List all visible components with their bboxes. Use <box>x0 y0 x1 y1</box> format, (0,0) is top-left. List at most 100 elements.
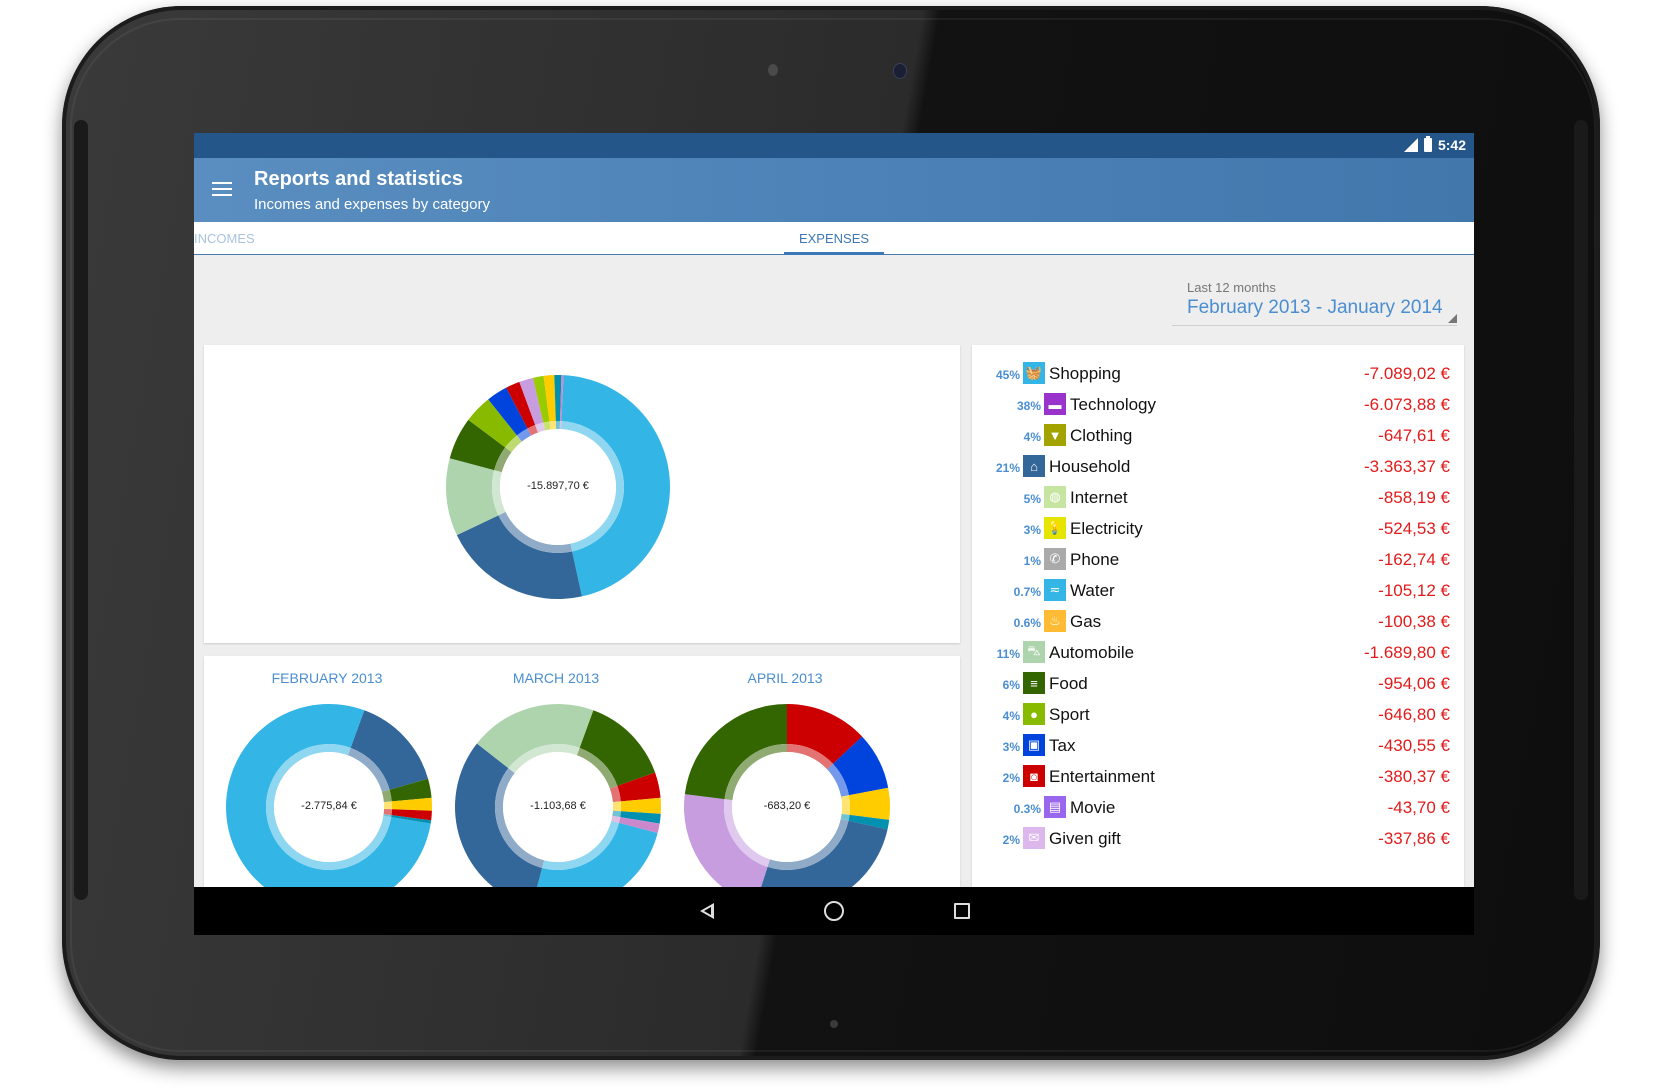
category-amount: -647,61 € <box>1378 426 1450 445</box>
category-percent: 0.6% <box>1013 616 1041 630</box>
tab-incomes[interactable]: INCOMES <box>194 231 255 246</box>
pie-slice-inner-ring <box>549 421 557 430</box>
lightbulb-icon: 💡 <box>1044 517 1066 539</box>
recents-icon[interactable] <box>950 899 974 923</box>
category-row[interactable]: 21% ⌂ Household -3.363,37 € <box>972 452 1464 485</box>
signal-icon <box>1403 138 1418 152</box>
category-row[interactable]: 4% ● Sport -646,80 € <box>972 700 1464 733</box>
category-name: Electricity <box>1070 519 1143 538</box>
money-icon: ▣ <box>1023 734 1045 756</box>
monitor-icon: ▬ <box>1044 393 1066 415</box>
category-row[interactable]: 2% ◙ Entertainment -380,37 € <box>972 762 1464 795</box>
hamburger-menu-icon[interactable] <box>210 178 234 202</box>
month-title-mar: MARCH 2013 <box>512 670 600 686</box>
tab-selected-indicator <box>784 252 884 255</box>
status-bar: 5:42 <box>194 133 1474 158</box>
category-name: Phone <box>1070 550 1120 569</box>
right-speaker-grille <box>1574 120 1588 900</box>
category-row[interactable]: 0.6% ♨ Gas -100,38 € <box>972 607 1464 640</box>
category-percent: 5% <box>1023 492 1041 506</box>
month-title-apr: APRIL 2013 <box>747 670 823 686</box>
category-amount: -1.689,80 € <box>1363 643 1450 662</box>
donut-total-label: -683,20 € <box>763 800 811 812</box>
total-donut-chart[interactable]: -15.897,70 € <box>444 373 672 601</box>
category-amount: -380,37 € <box>1378 767 1450 786</box>
tab-expenses[interactable]: EXPENSES <box>784 231 884 246</box>
page-subtitle: Incomes and expenses by category <box>254 196 490 213</box>
category-list: 45% 🧺 Shopping -7.089,02 € 38% ▬ Technology -6.… <box>972 345 1464 933</box>
category-row[interactable]: 0.7% ≂ Water -105,12 € <box>972 576 1464 609</box>
march-donut-chart[interactable]: -1.103,68 € <box>453 702 663 912</box>
category-amount: -430,55 € <box>1378 736 1450 755</box>
donut-total-label: -1.103,68 € <box>530 800 586 812</box>
category-name: Given gift <box>1049 829 1121 848</box>
category-row[interactable]: 3% 💡 Electricity -524,53 € <box>972 514 1464 547</box>
globe-icon: ◍ <box>1044 486 1066 508</box>
date-range-value: February 2013 - January 2014 <box>1187 297 1443 318</box>
category-name: Automobile <box>1049 643 1135 662</box>
tshirt-icon: ▼ <box>1044 424 1066 446</box>
faucet-icon: ≂ <box>1044 579 1066 601</box>
category-row[interactable]: 11% ⛍ Automobile -1.689,80 € <box>972 638 1464 671</box>
category-percent: 1% <box>1023 554 1041 568</box>
category-amount: -43,70 € <box>1387 798 1450 817</box>
category-percent: 4% <box>1023 430 1041 444</box>
donut-total-label: -15.897,70 € <box>527 480 589 492</box>
category-name: Gas <box>1070 612 1102 631</box>
category-name: Technology <box>1070 395 1157 414</box>
category-amount: -105,12 € <box>1378 581 1450 600</box>
category-percent: 4% <box>1002 709 1020 723</box>
front-camera <box>893 63 907 79</box>
april-donut-chart[interactable]: -683,20 € <box>682 702 892 912</box>
date-range-spinner[interactable]: Last 12 months February 2013 - January 2… <box>1172 280 1457 326</box>
february-donut-chart[interactable]: -2.775,84 € <box>224 702 434 912</box>
light-sensor <box>768 64 778 76</box>
category-name: Clothing <box>1070 426 1133 445</box>
dropdown-caret-icon <box>1448 314 1457 323</box>
category-percent: 11% <box>996 647 1020 661</box>
category-percent: 38% <box>1016 399 1041 413</box>
category-row[interactable]: 6% ≡ Food -954,06 € <box>972 669 1464 702</box>
page-title: Reports and statistics <box>254 168 463 190</box>
category-percent: 3% <box>1023 523 1041 537</box>
donut-total-label: -2.775,84 € <box>301 800 357 812</box>
status-time: 5:42 <box>1437 137 1466 153</box>
category-amount: -6.073,88 € <box>1363 395 1450 414</box>
category-row[interactable]: 0.3% ▤ Movie -43,70 € <box>972 793 1464 826</box>
film-icon: ▤ <box>1044 796 1066 818</box>
app-bar: Reports and statistics Incomes and expen… <box>194 158 1474 222</box>
category-name: Entertainment <box>1049 767 1155 786</box>
car-icon: ⛍ <box>1023 641 1045 663</box>
phone-icon: ✆ <box>1044 548 1066 570</box>
basket-icon: 🧺 <box>1023 362 1045 384</box>
flame-icon: ♨ <box>1044 610 1066 632</box>
category-name: Food <box>1049 674 1088 693</box>
pie-slice-inner-ring <box>555 421 561 430</box>
category-amount: -337,86 € <box>1378 829 1450 848</box>
month-title-feb: FEBRUARY 2013 <box>271 670 383 686</box>
category-name: Internet <box>1070 488 1128 507</box>
tab-bar: INCOMES EXPENSES <box>194 222 1474 255</box>
category-amount: -524,53 € <box>1378 519 1450 538</box>
category-percent: 2% <box>1002 771 1020 785</box>
category-percent: 0.7% <box>1013 585 1041 599</box>
left-speaker-grille <box>74 120 88 900</box>
status-icons: 5:42 <box>1403 136 1466 153</box>
category-percent: 45% <box>995 368 1020 382</box>
category-row[interactable]: 45% 🧺 Shopping -7.089,02 € <box>972 359 1464 392</box>
category-name: Movie <box>1070 798 1116 817</box>
category-name: Tax <box>1049 736 1076 755</box>
category-percent: 2% <box>1002 833 1020 847</box>
back-icon[interactable] <box>696 899 720 923</box>
category-row[interactable]: 4% ▼ Clothing -647,61 € <box>972 421 1464 454</box>
category-row[interactable]: 2% ✉ Given gift -337,86 € <box>972 824 1464 857</box>
navigation-bar <box>194 887 1474 935</box>
category-row[interactable]: 3% ▣ Tax -430,55 € <box>972 731 1464 764</box>
category-amount: -100,38 € <box>1378 612 1450 631</box>
category-row[interactable]: 1% ✆ Phone -162,74 € <box>972 545 1464 578</box>
home-icon[interactable] <box>822 899 846 923</box>
category-row[interactable]: 5% ◍ Internet -858,19 € <box>972 483 1464 516</box>
category-name: Shopping <box>1049 364 1121 383</box>
category-name: Water <box>1070 581 1115 600</box>
category-row[interactable]: 38% ▬ Technology -6.073,88 € <box>972 390 1464 423</box>
